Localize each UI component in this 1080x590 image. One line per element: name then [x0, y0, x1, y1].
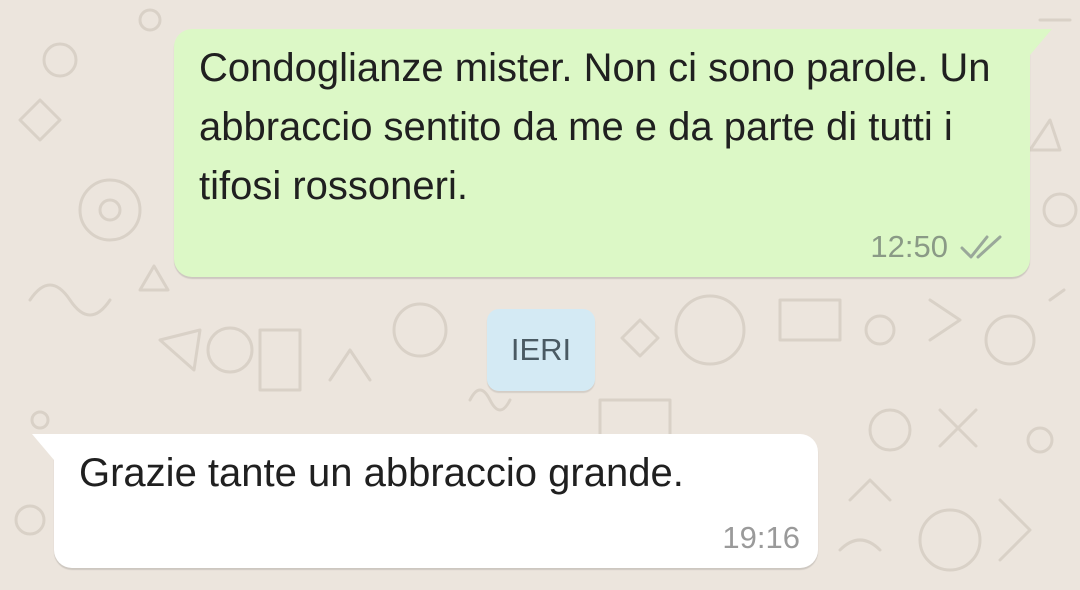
outgoing-message-time: 12:50: [870, 229, 948, 264]
incoming-message-text: Grazie tante un abbraccio grande.: [79, 451, 684, 495]
date-divider-label: IERI: [510, 332, 572, 367]
outgoing-message-text: Condoglianze mister. Non ci sono parole.…: [199, 46, 991, 208]
bubble-tail: [32, 434, 54, 460]
bubble-tail: [1030, 29, 1052, 55]
double-check-icon: [960, 235, 1002, 259]
date-divider: IERI: [487, 309, 595, 391]
outgoing-message-bubble[interactable]: Condoglianze mister. Non ci sono parole.…: [174, 29, 1052, 277]
incoming-message-bubble[interactable]: Grazie tante un abbraccio grande. 19:16: [32, 434, 818, 568]
incoming-message-time: 19:16: [722, 520, 800, 555]
outgoing-message-meta: 12:50: [870, 229, 1008, 265]
incoming-message-meta: 19:16: [722, 520, 800, 556]
